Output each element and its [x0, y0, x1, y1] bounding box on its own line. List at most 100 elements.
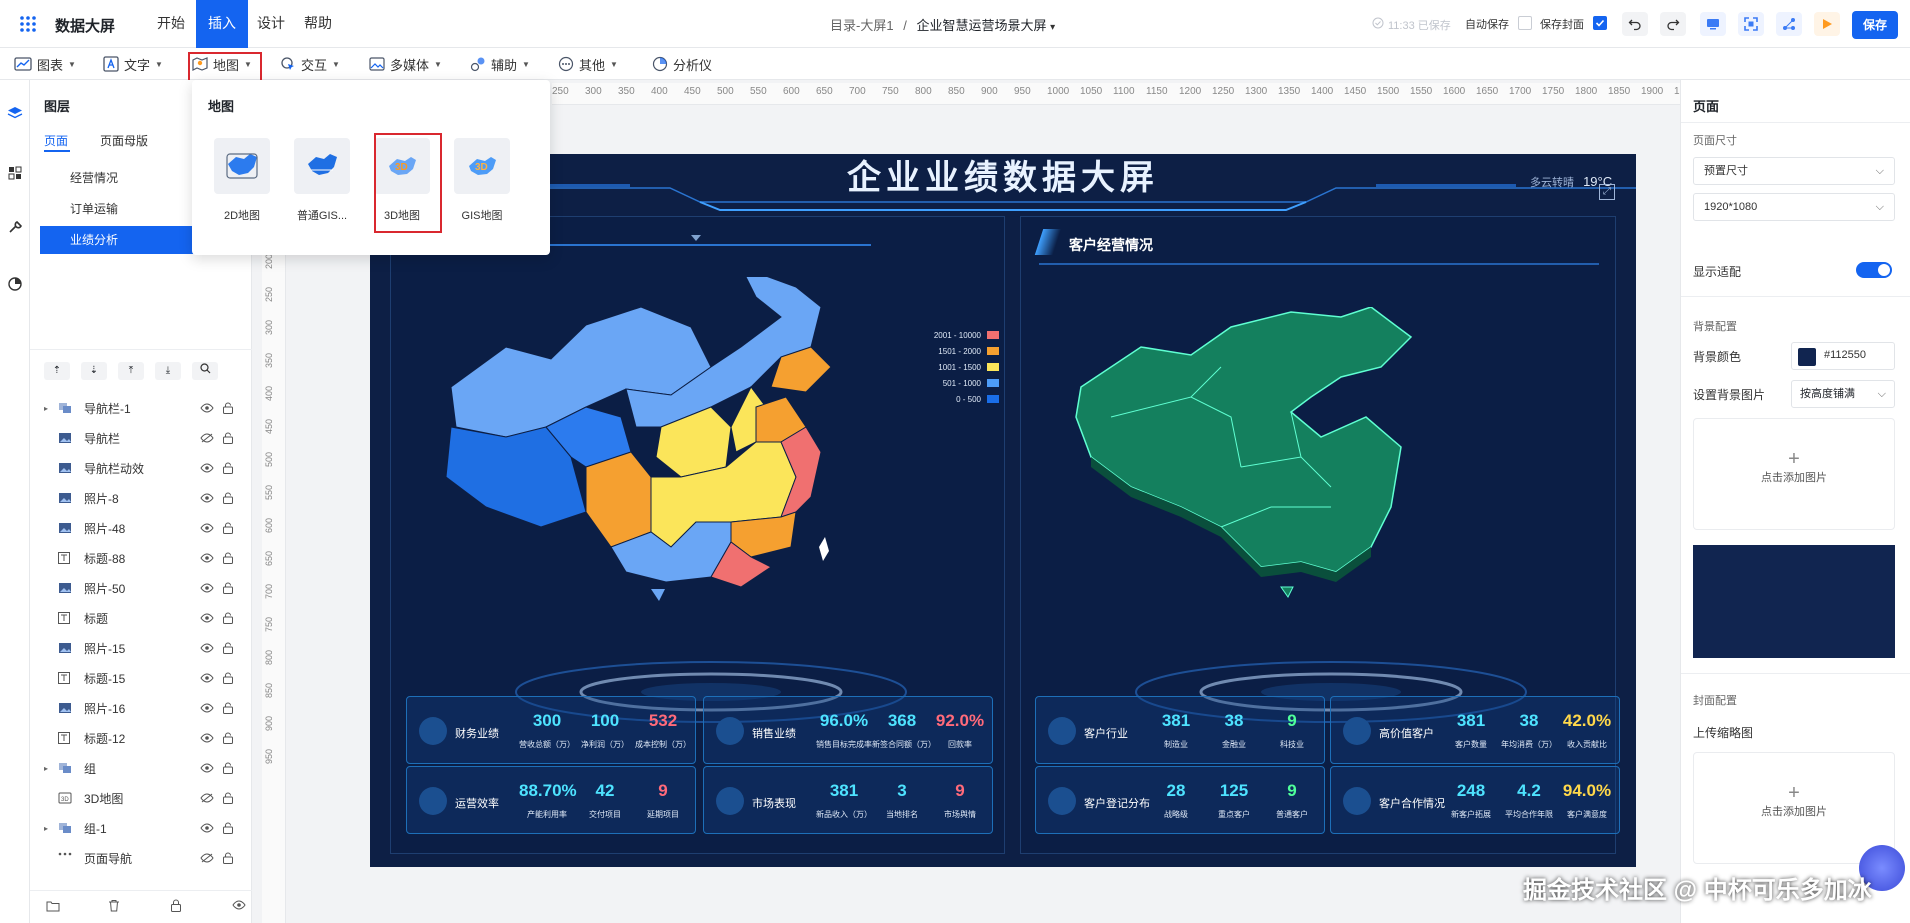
layer-row[interactable]: 照片-50	[44, 573, 254, 603]
unlock-icon[interactable]	[222, 492, 234, 504]
fullscreen-icon[interactable]	[1738, 12, 1764, 36]
unlock-icon[interactable]	[222, 702, 234, 714]
toolbar-chart[interactable]: 图表 ▼	[14, 54, 76, 74]
layer-row[interactable]: 3D 3D地图	[44, 783, 254, 813]
layer-row[interactable]: 照片-8	[44, 483, 254, 513]
layer-row[interactable]: 照片-16	[44, 693, 254, 723]
layer-row[interactable]: ▸ 组-1	[44, 813, 254, 843]
eye-icon[interactable]	[200, 523, 222, 533]
kpi-card[interactable]: 客户行业 381 制造业 38 金融业 9 科技业	[1035, 696, 1325, 764]
layer-row[interactable]: 标题-12	[44, 723, 254, 753]
layer-row[interactable]: ▸ 导航栏-1	[44, 393, 254, 423]
eye-off-icon[interactable]	[200, 793, 222, 803]
kpi-card[interactable]: 销售业绩 96.0% 销售目标完成率 368 新签合同额（万） 92.0% 回款率	[703, 696, 993, 764]
unlock-icon[interactable]	[222, 822, 234, 834]
eye-off-icon[interactable]	[200, 433, 222, 443]
eye-icon[interactable]	[200, 493, 222, 503]
theme-icon[interactable]	[8, 277, 22, 291]
eye-icon[interactable]	[200, 703, 222, 713]
unlock-icon[interactable]	[222, 852, 234, 864]
undo-icon[interactable]	[1622, 12, 1648, 36]
tab-page-master[interactable]: 页面母版	[100, 132, 148, 149]
move-top-icon[interactable]: ⤒	[118, 362, 144, 380]
toolbar-interaction[interactable]: 交互 ▼	[280, 54, 340, 74]
page-size-preset-select[interactable]: 预置尺寸 ⌵	[1693, 157, 1895, 185]
bg-image-upload[interactable]: + 点击添加图片	[1693, 418, 1895, 530]
tab-pages[interactable]: 页面	[44, 132, 68, 149]
menu-tab-insert[interactable]: 插入	[196, 0, 248, 48]
eye-icon[interactable]	[200, 613, 222, 623]
unlock-icon[interactable]	[222, 792, 234, 804]
add-folder-icon[interactable]	[46, 900, 60, 912]
layer-row[interactable]: 导航栏动效	[44, 453, 254, 483]
bg-color-picker[interactable]: #112550	[1791, 342, 1895, 370]
unlock-icon[interactable]	[222, 522, 234, 534]
china-map-2d[interactable]	[411, 277, 871, 657]
delete-icon[interactable]	[108, 899, 120, 912]
map-type-gis-normal[interactable]: 普通GIS...	[286, 130, 358, 226]
play-icon[interactable]	[1814, 12, 1840, 36]
layer-row[interactable]: ▸ 组	[44, 753, 254, 783]
layers-icon[interactable]	[7, 106, 23, 120]
kpi-card[interactable]: 客户合作情况 248 新客户拓展 4.2 平均合作年限 94.0% 客户满意度	[1330, 766, 1620, 834]
unlock-icon[interactable]	[222, 762, 234, 774]
expand-arrow-icon[interactable]: ▸	[44, 764, 58, 773]
move-up-icon[interactable]: ⇡	[44, 362, 70, 380]
layer-row[interactable]: 照片-15	[44, 633, 254, 663]
apps-grid-icon[interactable]	[18, 14, 38, 34]
toolbar-assist[interactable]: 辅助 ▼	[470, 54, 530, 74]
toolbar-analyzer[interactable]: 分析仪	[652, 54, 712, 74]
tools-icon[interactable]	[8, 220, 22, 234]
dashboard-screen[interactable]: 企业业绩数据大屏 多云转晴 19°C ⤢ 2001 - 10000 1501 - …	[370, 154, 1636, 867]
expand-arrow-icon[interactable]: ▸	[44, 824, 58, 833]
menu-tab-help[interactable]: 帮助	[292, 0, 344, 48]
unlock-icon[interactable]	[222, 432, 234, 444]
layer-row[interactable]: 标题	[44, 603, 254, 633]
preview-screen-icon[interactable]	[1700, 12, 1726, 36]
toolbar-media[interactable]: 多媒体 ▼	[369, 54, 442, 74]
layer-row[interactable]: 页面导航	[44, 843, 254, 873]
map-type-gis[interactable]: 3D GIS地图	[446, 130, 518, 226]
unlock-icon[interactable]	[222, 462, 234, 474]
expand-icon[interactable]: ⤢	[1599, 184, 1615, 200]
save-cover-checkbox[interactable]	[1593, 16, 1607, 30]
fit-display-toggle[interactable]	[1856, 262, 1892, 278]
page-size-select[interactable]: 1920*1080 ⌵	[1693, 193, 1895, 221]
eye-icon[interactable]	[200, 673, 222, 683]
search-icon[interactable]	[192, 362, 218, 380]
move-down-icon[interactable]: ⇣	[81, 362, 107, 380]
components-icon[interactable]	[8, 166, 22, 180]
toolbar-other[interactable]: 其他 ▼	[558, 54, 618, 74]
expand-arrow-icon[interactable]: ▸	[44, 404, 58, 413]
move-bottom-icon[interactable]: ⤓	[155, 362, 181, 380]
unlock-icon[interactable]	[222, 672, 234, 684]
eye-icon[interactable]	[200, 733, 222, 743]
china-map-3d[interactable]	[1071, 307, 1491, 607]
eye-icon[interactable]	[200, 823, 222, 833]
eye-off-icon[interactable]	[200, 853, 222, 863]
unlock-icon[interactable]	[222, 582, 234, 594]
map-type-2d[interactable]: 2D地图	[206, 130, 278, 226]
unlock-icon[interactable]	[222, 612, 234, 624]
menu-tab-design[interactable]: 设计	[245, 0, 297, 48]
thumbnail-upload[interactable]: + 点击添加图片	[1693, 752, 1895, 864]
toolbar-text[interactable]: 文字 ▼	[103, 54, 163, 74]
eye-icon[interactable]	[200, 553, 222, 563]
eye-icon[interactable]	[232, 900, 246, 910]
save-button[interactable]: 保存	[1852, 11, 1898, 39]
layer-row[interactable]: 照片-48	[44, 513, 254, 543]
layer-row[interactable]: 标题-15	[44, 663, 254, 693]
eye-icon[interactable]	[200, 463, 222, 473]
kpi-card[interactable]: 客户登记分布 28 战略级 125 重点客户 9 普通客户	[1035, 766, 1325, 834]
unlock-icon[interactable]	[222, 732, 234, 744]
eye-icon[interactable]	[200, 643, 222, 653]
layer-row[interactable]: 标题-88	[44, 543, 254, 573]
kpi-card[interactable]: 运营效率 88.70% 产能利用率 42 交付项目 9 延期项目	[406, 766, 696, 834]
auto-save-checkbox[interactable]	[1518, 16, 1532, 30]
kpi-card[interactable]: 高价值客户 381 客户数量 38 年均消费（万） 42.0% 收入贡献比	[1330, 696, 1620, 764]
kpi-card[interactable]: 财务业绩 300 营收总额（万） 100 净利润（万） 532 成本控制（万）	[406, 696, 696, 764]
kpi-card[interactable]: 市场表现 381 新品收入（万） 3 当地排名 9 市场舆情	[703, 766, 993, 834]
share-icon[interactable]	[1776, 12, 1802, 36]
bg-image-mode-select[interactable]: 按高度铺满 ⌵	[1791, 380, 1895, 408]
breadcrumb-parent[interactable]: 目录-大屏1	[830, 18, 894, 33]
